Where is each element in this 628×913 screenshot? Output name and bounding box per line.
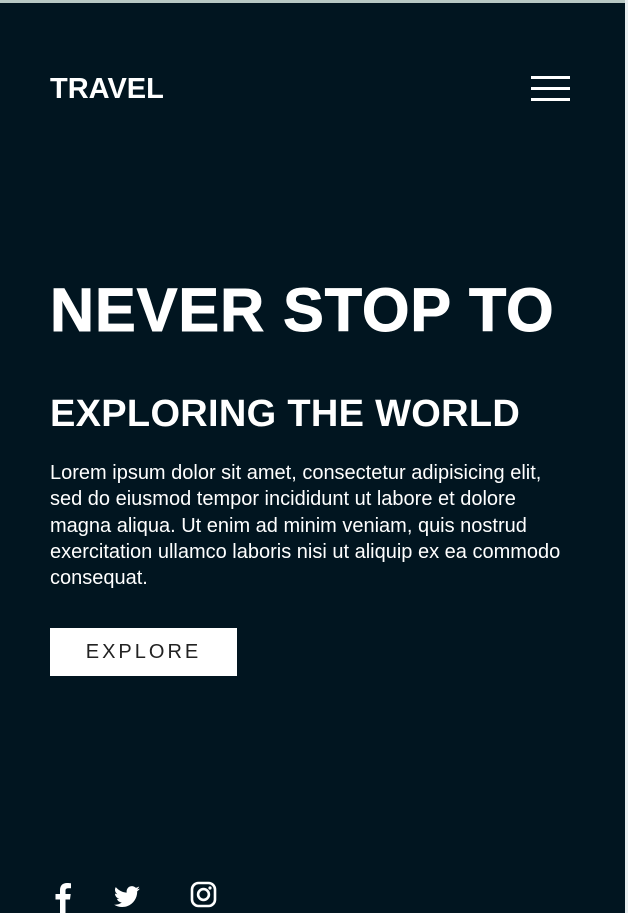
menu-bar-bottom [531,98,570,101]
hero-description: Lorem ipsum dolor sit amet, consectetur … [50,462,561,590]
explore-button[interactable]: EXPLORE [50,628,237,676]
hero-subtitle: EXPLORING THE WORLD [50,393,521,435]
hamburger-menu-icon[interactable] [531,76,571,104]
instagram-icon[interactable] [190,880,218,913]
hero-title: NEVER STOP TO [50,276,555,344]
menu-bar-top [531,76,570,79]
window-top-border [0,0,628,3]
twitter-icon[interactable] [113,880,141,913]
logo[interactable]: TRAVEL [50,72,164,106]
menu-bar-middle [531,87,570,90]
facebook-icon[interactable] [52,880,72,913]
